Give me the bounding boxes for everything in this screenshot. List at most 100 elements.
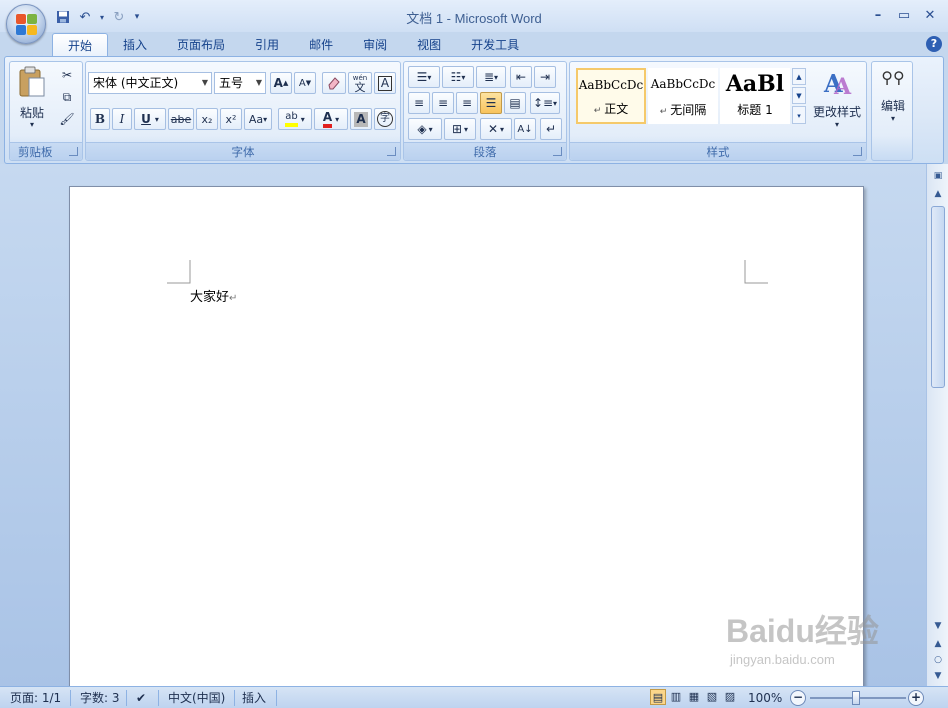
editing-button[interactable]: ⚲⚲ 编辑 ▾ (872, 64, 914, 142)
paragraph-mark-icon: ↵ (545, 122, 557, 136)
increase-indent-button[interactable]: ⇥ (534, 66, 556, 88)
line-spacing-button[interactable]: ↕≡ ▾ (530, 92, 560, 114)
scroll-up-icon[interactable]: ▲ (930, 186, 946, 202)
help-icon[interactable]: ? (926, 36, 942, 52)
zoom-in-icon[interactable]: + (908, 690, 924, 706)
phonetic-guide-button[interactable]: wén 文 (348, 72, 372, 94)
character-border-button[interactable]: A (374, 72, 396, 94)
change-case-button[interactable]: Aa ▾ (244, 108, 272, 130)
character-shading-button[interactable]: A (350, 108, 372, 130)
font-group-label: 字体 (86, 142, 400, 160)
tab-home[interactable]: 开始 (52, 33, 109, 57)
maximize-icon[interactable]: ▭ (894, 6, 914, 24)
shading-button[interactable]: ◈ ▾ (408, 118, 442, 140)
font-launcher-icon[interactable] (387, 147, 396, 156)
close-icon[interactable]: ✕ (920, 6, 940, 24)
tab-developer[interactable]: 开发工具 (456, 33, 534, 57)
paste-dropdown-icon[interactable]: ▾ (14, 120, 50, 129)
tab-references[interactable]: 引用 (240, 33, 294, 57)
paint-bucket-icon: ◈ (417, 122, 427, 136)
decrease-indent-button[interactable]: ⇤ (510, 66, 532, 88)
proofing-icon[interactable]: ✔ (136, 690, 146, 706)
gallery-down-icon[interactable]: ▼ (792, 87, 806, 104)
zoom-out-icon[interactable]: − (790, 690, 806, 706)
bullets-button[interactable]: ☰ ▾ (408, 66, 440, 88)
align-center-button[interactable]: ≡ (432, 92, 454, 114)
web-layout-icon[interactable]: ▦ (686, 689, 702, 705)
subscript-button[interactable]: x₂ (196, 108, 218, 130)
align-right-button[interactable]: ≡ (456, 92, 478, 114)
justify-icon: ☰ (485, 96, 497, 110)
tab-review[interactable]: 审阅 (348, 33, 402, 57)
paste-button[interactable]: 粘贴 ▾ (14, 64, 50, 136)
enclose-characters-button[interactable]: 字 (374, 108, 396, 130)
previous-page-icon[interactable]: ▲ (930, 636, 946, 652)
page-count[interactable]: 页面: 1/1 (10, 690, 61, 706)
font-size-combo[interactable]: 五号 ▼ (214, 72, 266, 94)
browse-object-icon[interactable]: ○ (930, 652, 946, 668)
style-no-spacing[interactable]: AaBbCcDc ↵ 无间隔 (648, 68, 718, 124)
document-text[interactable]: 大家好↵ (190, 286, 237, 305)
paragraph-launcher-icon[interactable] (553, 147, 562, 156)
distributed-button[interactable]: ▤ (504, 92, 526, 114)
styles-gallery-scroll: ▲ ▼ ▾ (792, 68, 806, 124)
sort-button[interactable]: A↓ (514, 118, 536, 140)
draft-icon[interactable]: ▨ (722, 689, 738, 705)
full-screen-reading-icon[interactable]: ▥ (668, 689, 684, 705)
align-left-button[interactable]: ≡ (408, 92, 430, 114)
superscript-button[interactable]: x² (220, 108, 242, 130)
tab-page-layout[interactable]: 页面布局 (162, 33, 240, 57)
tab-mailings[interactable]: 邮件 (294, 33, 348, 57)
status-bar: 页面: 1/1 字数: 3 ✔ 中文(中国) 插入 ▤ ▥ ▦ ▧ ▨ 100%… (0, 686, 948, 708)
font-color-button[interactable]: A ▾ (314, 108, 348, 130)
align-center-icon: ≡ (437, 96, 449, 110)
grow-font-button[interactable]: A ▲ (270, 72, 292, 94)
print-layout-icon[interactable]: ▤ (650, 689, 666, 705)
style-heading-1[interactable]: AaBl 标题 1 (720, 68, 790, 124)
change-styles-button[interactable]: A A 更改样式 ▾ (810, 64, 864, 138)
italic-button[interactable]: I (112, 108, 132, 130)
format-painter-icon[interactable]: 🖌 (56, 108, 78, 130)
zoom-slider[interactable] (810, 691, 906, 705)
scroll-down-icon[interactable]: ▼ (930, 618, 946, 634)
numbering-button[interactable]: ☷ ▾ (442, 66, 474, 88)
tab-view[interactable]: 视图 (402, 33, 456, 57)
shrink-font-button[interactable]: A ▼ (294, 72, 316, 94)
ruler-toggle-icon[interactable]: ▣ (930, 168, 946, 184)
language-indicator[interactable]: 中文(中国) (168, 690, 225, 706)
styles-launcher-icon[interactable] (853, 147, 862, 156)
office-button[interactable] (6, 4, 46, 44)
vertical-scrollbar[interactable]: ▣ ▲ ▼ ▲ ○ ▼ (926, 164, 948, 686)
highlight-button[interactable]: ab ▾ (278, 108, 312, 130)
zoom-level[interactable]: 100% (748, 690, 782, 706)
clipboard-launcher-icon[interactable] (69, 147, 78, 156)
style-normal[interactable]: AaBbCcDc ↵ 正文 (576, 68, 646, 124)
zoom-slider-thumb[interactable] (852, 691, 860, 705)
copy-icon[interactable]: ⧉ (56, 86, 78, 108)
scroll-thumb[interactable] (931, 206, 945, 388)
minimize-icon[interactable]: – (868, 6, 888, 24)
insert-mode[interactable]: 插入 (242, 690, 266, 706)
gallery-more-icon[interactable]: ▾ (792, 106, 806, 124)
styles-group-label: 样式 (570, 142, 866, 160)
outline-icon[interactable]: ▧ (704, 689, 720, 705)
underline-button[interactable]: U ▾ (134, 108, 166, 130)
cut-icon[interactable]: ✂ (56, 64, 78, 86)
borders-button[interactable]: ⊞ ▾ (444, 118, 476, 140)
font-name-combo[interactable]: 宋体 (中文正文) ▼ (88, 72, 212, 94)
office-logo-icon (16, 14, 38, 36)
decrease-indent-icon: ⇤ (515, 70, 527, 84)
clear-format-button[interactable] (322, 72, 346, 94)
tab-insert[interactable]: 插入 (108, 33, 162, 57)
next-page-icon[interactable]: ▼ (930, 668, 946, 684)
word-count[interactable]: 字数: 3 (80, 690, 120, 706)
strikethrough-button[interactable]: abe (168, 108, 194, 130)
bold-button[interactable]: B (90, 108, 110, 130)
multilevel-list-button[interactable]: ≣ ▾ (476, 66, 506, 88)
asian-layout-button[interactable]: ✕ ▾ (480, 118, 512, 140)
justify-button[interactable]: ☰ (480, 92, 502, 114)
styles-group: AaBbCcDc ↵ 正文 AaBbCcDc ↵ 无间隔 AaBl 标题 1 ▲… (569, 61, 867, 161)
gallery-up-icon[interactable]: ▲ (792, 68, 806, 85)
align-right-icon: ≡ (461, 96, 473, 110)
show-marks-button[interactable]: ↵ (540, 118, 562, 140)
